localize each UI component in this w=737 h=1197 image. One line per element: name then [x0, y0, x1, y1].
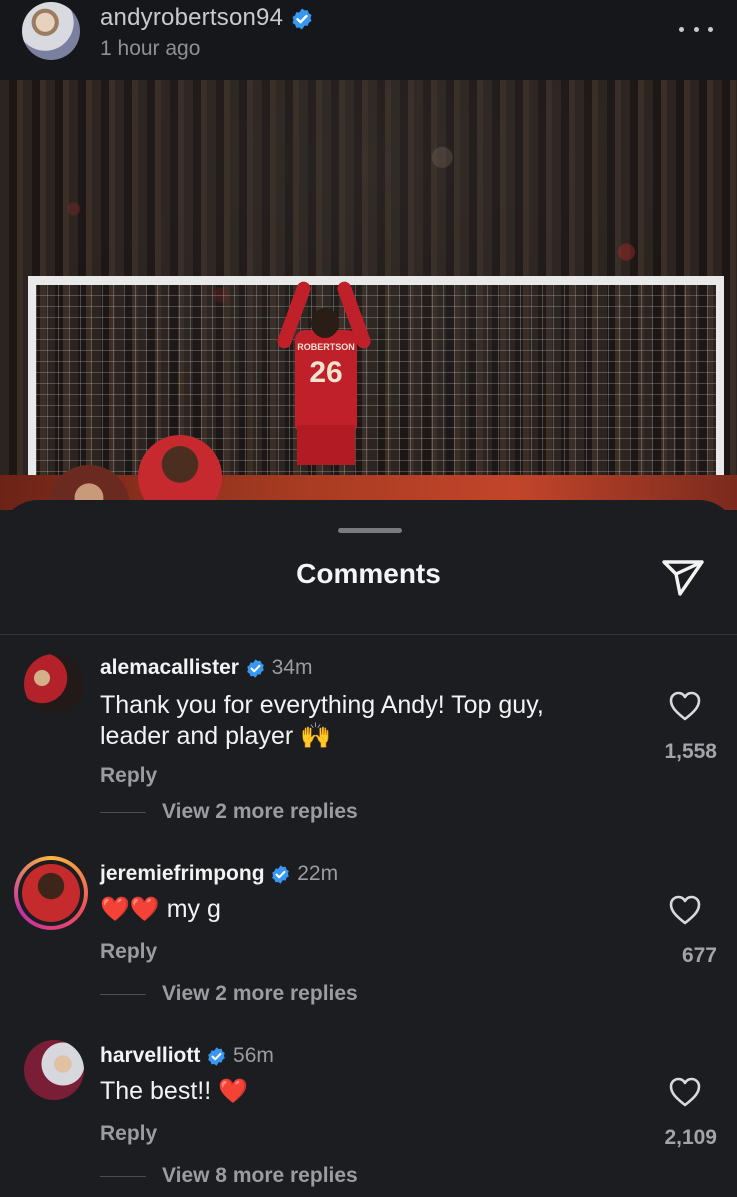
- commenter-avatar[interactable]: [24, 1040, 84, 1100]
- comment-time: 34m: [271, 656, 313, 679]
- comment-text: Thank you for everything Andy! Top guy, …: [100, 691, 544, 750]
- comment-username-row[interactable]: jeremiefrimpong 22m: [100, 862, 338, 886]
- drag-handle[interactable]: [338, 528, 402, 533]
- comment-username[interactable]: harvelliott: [100, 1044, 200, 1067]
- comment-text: The best!!: [100, 1077, 212, 1105]
- poster-username[interactable]: andyrobertson94: [100, 4, 283, 31]
- commenter-avatar-story-ring[interactable]: [14, 856, 88, 930]
- view-replies-button[interactable]: View 2 more replies: [100, 800, 358, 824]
- post-photo[interactable]: ROBERTSON 26: [0, 80, 737, 510]
- view-replies-button[interactable]: View 2 more replies: [100, 982, 358, 1006]
- view-replies-button[interactable]: View 8 more replies: [100, 1164, 358, 1188]
- divider: [0, 634, 737, 635]
- like-count: 2,109: [664, 1126, 717, 1149]
- like-count: 1,558: [664, 740, 717, 763]
- jersey-number: 26: [309, 356, 343, 389]
- goal-net: [28, 276, 724, 505]
- post-header: andyrobertson94 1 hour ago: [0, 0, 737, 80]
- heart-emoji: ❤️❤️: [100, 895, 160, 923]
- player-figure: ROBERTSON 26: [275, 279, 373, 480]
- sheet-title: Comments: [296, 558, 441, 589]
- reply-button[interactable]: Reply: [100, 764, 157, 788]
- commenter-avatar[interactable]: [24, 654, 84, 714]
- comment-username[interactable]: jeremiefrimpong: [100, 862, 265, 885]
- comment-username-row[interactable]: harvelliott 56m: [100, 1044, 274, 1068]
- comment-time: 22m: [297, 862, 339, 885]
- reply-button[interactable]: Reply: [100, 940, 157, 964]
- verified-badge-icon: [246, 659, 264, 678]
- verified-badge-icon: [292, 8, 312, 30]
- reply-button[interactable]: Reply: [100, 1122, 157, 1146]
- verified-badge-icon: [272, 865, 290, 884]
- comment-username-row[interactable]: alemacallister 34m: [100, 656, 312, 680]
- heart-emoji: ❤️: [218, 1077, 249, 1105]
- like-count: 677: [681, 944, 717, 967]
- more-options-icon[interactable]: [679, 22, 713, 36]
- comment-text: my g: [166, 895, 221, 923]
- heart-outline-icon[interactable]: [668, 894, 702, 926]
- comment-time: 56m: [233, 1044, 274, 1067]
- jersey-name: ROBERTSON: [297, 342, 355, 352]
- comment-text-row: The best!! ❤️: [100, 1076, 620, 1107]
- tagged-avatar: [138, 435, 222, 510]
- heart-outline-icon[interactable]: [668, 1076, 702, 1108]
- post-time: 1 hour ago: [100, 37, 201, 60]
- heart-outline-icon[interactable]: [668, 690, 702, 722]
- comments-sheet: Comments alemacallister 34m Thank you fo…: [0, 500, 737, 1197]
- poster-username-row[interactable]: andyrobertson94: [100, 4, 314, 32]
- comment-text-row: ❤️❤️ my g: [100, 894, 620, 925]
- poster-avatar[interactable]: [22, 2, 80, 60]
- share-icon[interactable]: [660, 554, 706, 600]
- comment-username[interactable]: alemacallister: [100, 656, 239, 679]
- verified-badge-icon: [208, 1047, 226, 1066]
